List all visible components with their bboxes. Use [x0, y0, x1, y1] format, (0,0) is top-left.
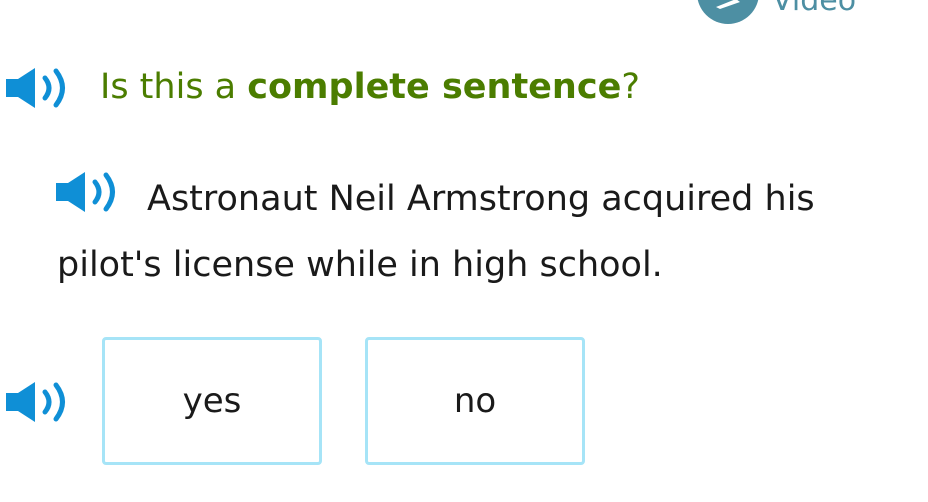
choices-audio-button[interactable]: [4, 380, 76, 428]
choice-yes-label: yes: [182, 381, 242, 421]
question-prefix: Is this a: [100, 67, 248, 107]
speaker-icon: [6, 382, 65, 422]
question-prompt: Is this a complete sentence?: [100, 62, 640, 112]
question-suffix: ?: [621, 67, 640, 107]
video-label[interactable]: Video: [772, 0, 856, 16]
question-emphasis: complete sentence: [247, 67, 622, 107]
sentence-text: Astronaut Neil Armstrong acquired his pi…: [57, 166, 917, 298]
sentence-content: Astronaut Neil Armstrong acquired his pi…: [57, 179, 815, 285]
video-button[interactable]: [697, 0, 759, 24]
question-audio-button[interactable]: [4, 66, 76, 114]
choice-yes-button[interactable]: yes: [102, 337, 322, 465]
choice-no-button[interactable]: no: [365, 337, 585, 465]
choice-no-label: no: [453, 381, 497, 421]
speaker-icon: [6, 68, 65, 108]
pencil-icon: [716, 0, 740, 9]
